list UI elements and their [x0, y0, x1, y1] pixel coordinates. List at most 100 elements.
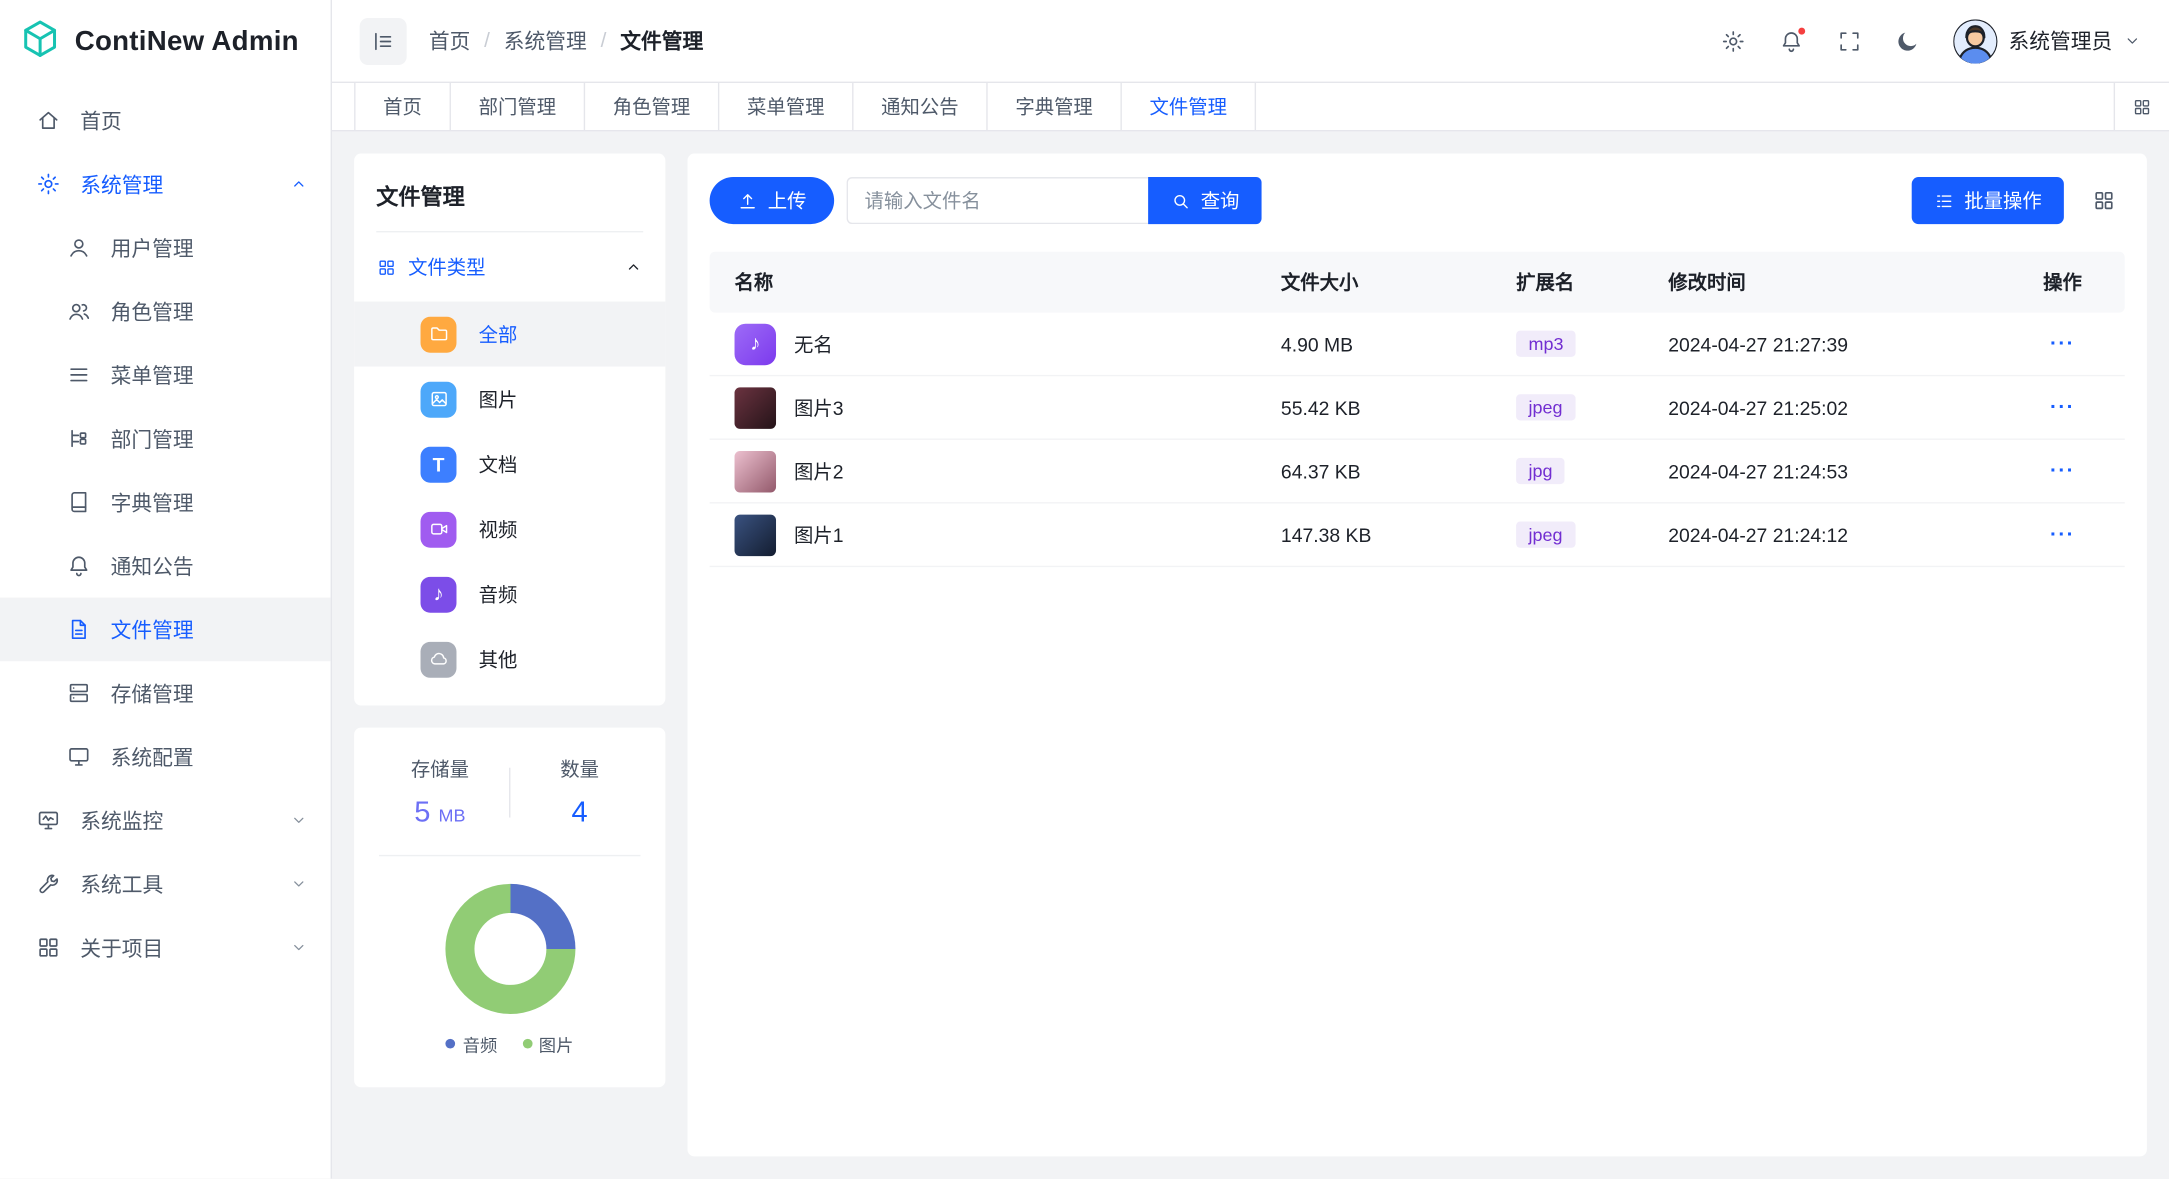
chevron-down-icon [289, 938, 308, 957]
legend-item-image[interactable]: 图片 [522, 1031, 573, 1057]
chevron-up-icon [624, 257, 643, 276]
file-type-audio[interactable]: ♪ 音频 [354, 562, 665, 627]
sidebar-item-about-project[interactable]: 关于项目 [0, 916, 331, 980]
count-stat: 数量 4 [510, 755, 648, 830]
fullscreen-button[interactable] [1837, 28, 1862, 53]
sidebar-item-label: 系统管理 [80, 169, 163, 198]
settings-button[interactable] [1721, 28, 1746, 53]
music-note-icon: ♪ [421, 576, 457, 612]
tab-actions-button[interactable] [2114, 83, 2169, 130]
tab-department-management[interactable]: 部门管理 [451, 83, 585, 130]
row-actions-button[interactable]: ··· [2050, 523, 2075, 547]
sidebar-item-storage-management[interactable]: 存储管理 [0, 661, 331, 725]
notification-badge [1797, 26, 1807, 36]
file-thumbnail [735, 450, 776, 491]
sidebar-item-label: 存储管理 [111, 679, 194, 708]
file-type-donut-chart [445, 884, 575, 1014]
row-actions-button[interactable]: ··· [2050, 459, 2075, 483]
file-type-label: 文档 [479, 450, 518, 478]
user-menu[interactable]: 系统管理员 [1953, 19, 2141, 63]
sidebar-item-system-management[interactable]: 系统管理 [0, 152, 331, 216]
table-row[interactable]: 图片1 147.38 KB jpeg 2024-04-27 21:24:12 ·… [710, 504, 2125, 568]
chevron-down-icon [289, 811, 308, 830]
sidebar-item-label: 首页 [80, 106, 122, 135]
file-type-other[interactable]: 其他 [354, 627, 665, 692]
file-type-list: 全部 图片 T 文档 视频 [354, 302, 665, 706]
file-type-label: 视频 [479, 515, 518, 543]
filename-search-input[interactable] [847, 177, 1149, 224]
tab-bar: 首页 部门管理 角色管理 菜单管理 通知公告 字典管理 文件管理 [332, 83, 2169, 131]
app-window: ContiNew Admin 首页 系统管理 用户管理 角色管理 [0, 0, 2169, 1179]
breadcrumb-separator: / [601, 29, 607, 53]
list-icon [1934, 190, 1955, 211]
sidebar: ContiNew Admin 首页 系统管理 用户管理 角色管理 [0, 0, 332, 1179]
ext-badge: jpg [1516, 458, 1565, 484]
gear-icon [1721, 28, 1746, 53]
file-type-section-toggle[interactable]: 文件类型 [354, 232, 665, 301]
file-type-panel: 文件管理 文件类型 全部 图片 [354, 154, 665, 706]
tab-file-management[interactable]: 文件管理 [1122, 83, 1256, 130]
storage-label: 存储量 [371, 755, 509, 783]
tab-home[interactable]: 首页 [354, 83, 451, 130]
upload-button[interactable]: 上传 [710, 177, 834, 224]
row-actions-button[interactable]: ··· [2050, 396, 2075, 420]
bell-icon [66, 553, 91, 578]
file-table: 名称 文件大小 扩展名 修改时间 操作 ♪ 无名 4.90 MB mp3 20 [710, 252, 2125, 567]
app-logo-row[interactable]: ContiNew Admin [0, 0, 331, 83]
row-actions-button[interactable]: ··· [2050, 332, 2075, 356]
legend-item-audio[interactable]: 音频 [446, 1031, 497, 1057]
breadcrumb-system-management[interactable]: 系统管理 [504, 26, 587, 55]
table-row[interactable]: 图片3 55.42 KB jpeg 2024-04-27 21:25:02 ··… [710, 376, 2125, 440]
wrench-icon [36, 871, 61, 896]
storage-stat: 存储量 5 MB [371, 755, 509, 830]
sidebar-item-label: 字典管理 [111, 488, 194, 517]
chevron-down-icon [289, 874, 308, 893]
file-size: 147.38 KB [1281, 524, 1516, 546]
breadcrumb-home[interactable]: 首页 [429, 26, 471, 55]
tab-notice-management[interactable]: 通知公告 [853, 83, 987, 130]
sidebar-menu: 首页 系统管理 用户管理 角色管理 菜单管理 部门管理 [0, 83, 331, 979]
column-header-actions: 操作 [2000, 268, 2124, 296]
view-toggle-button[interactable] [2083, 180, 2124, 221]
sidebar-item-menu-management[interactable]: 菜单管理 [0, 343, 331, 407]
chevron-down-icon [2123, 32, 2141, 50]
audio-file-icon: ♪ [735, 323, 776, 364]
tab-dictionary-management[interactable]: 字典管理 [988, 83, 1122, 130]
query-button[interactable]: 查询 [1148, 177, 1261, 224]
notifications-button[interactable] [1779, 28, 1804, 53]
menu-collapse-button[interactable] [360, 17, 407, 64]
breadcrumb-current: 文件管理 [620, 26, 703, 55]
table-row[interactable]: 图片2 64.37 KB jpg 2024-04-27 21:24:53 ··· [710, 440, 2125, 504]
sidebar-item-label: 用户管理 [111, 233, 194, 262]
sidebar-item-user-management[interactable]: 用户管理 [0, 216, 331, 280]
file-name: 图片2 [794, 457, 844, 485]
table-row[interactable]: ♪ 无名 4.90 MB mp3 2024-04-27 21:27:39 ··· [710, 313, 2125, 377]
ext-badge: jpeg [1516, 522, 1575, 548]
file-type-all[interactable]: 全部 [354, 302, 665, 367]
org-tree-icon [66, 426, 91, 451]
sidebar-item-department-management[interactable]: 部门管理 [0, 407, 331, 471]
sidebar-item-dictionary-management[interactable]: 字典管理 [0, 470, 331, 534]
file-type-video[interactable]: 视频 [354, 497, 665, 562]
sidebar-item-system-tools[interactable]: 系统工具 [0, 852, 331, 916]
sidebar-item-system-monitor[interactable]: 系统监控 [0, 788, 331, 852]
breadcrumb: 首页 / 系统管理 / 文件管理 [429, 26, 703, 55]
file-name: 无名 [794, 330, 833, 358]
chart-legend: 音频 图片 [371, 1031, 649, 1057]
column-header-time: 修改时间 [1668, 268, 2000, 296]
sidebar-item-system-config[interactable]: 系统配置 [0, 725, 331, 789]
sidebar-item-notice-management[interactable]: 通知公告 [0, 534, 331, 598]
tab-menu-management[interactable]: 菜单管理 [719, 83, 853, 130]
column-header-ext: 扩展名 [1516, 268, 1668, 296]
sidebar-item-file-management[interactable]: 文件管理 [0, 598, 331, 662]
sidebar-item-home[interactable]: 首页 [0, 89, 331, 153]
batch-operations-button[interactable]: 批量操作 [1912, 177, 2064, 224]
dark-mode-button[interactable] [1895, 28, 1920, 53]
file-type-document[interactable]: T 文档 [354, 432, 665, 497]
modified-time: 2024-04-27 21:25:02 [1668, 396, 2000, 418]
category-grid-icon [376, 257, 397, 278]
sidebar-item-role-management[interactable]: 角色管理 [0, 279, 331, 343]
file-type-image[interactable]: 图片 [354, 367, 665, 432]
tab-role-management[interactable]: 角色管理 [585, 83, 719, 130]
sidebar-item-label: 部门管理 [111, 424, 194, 453]
